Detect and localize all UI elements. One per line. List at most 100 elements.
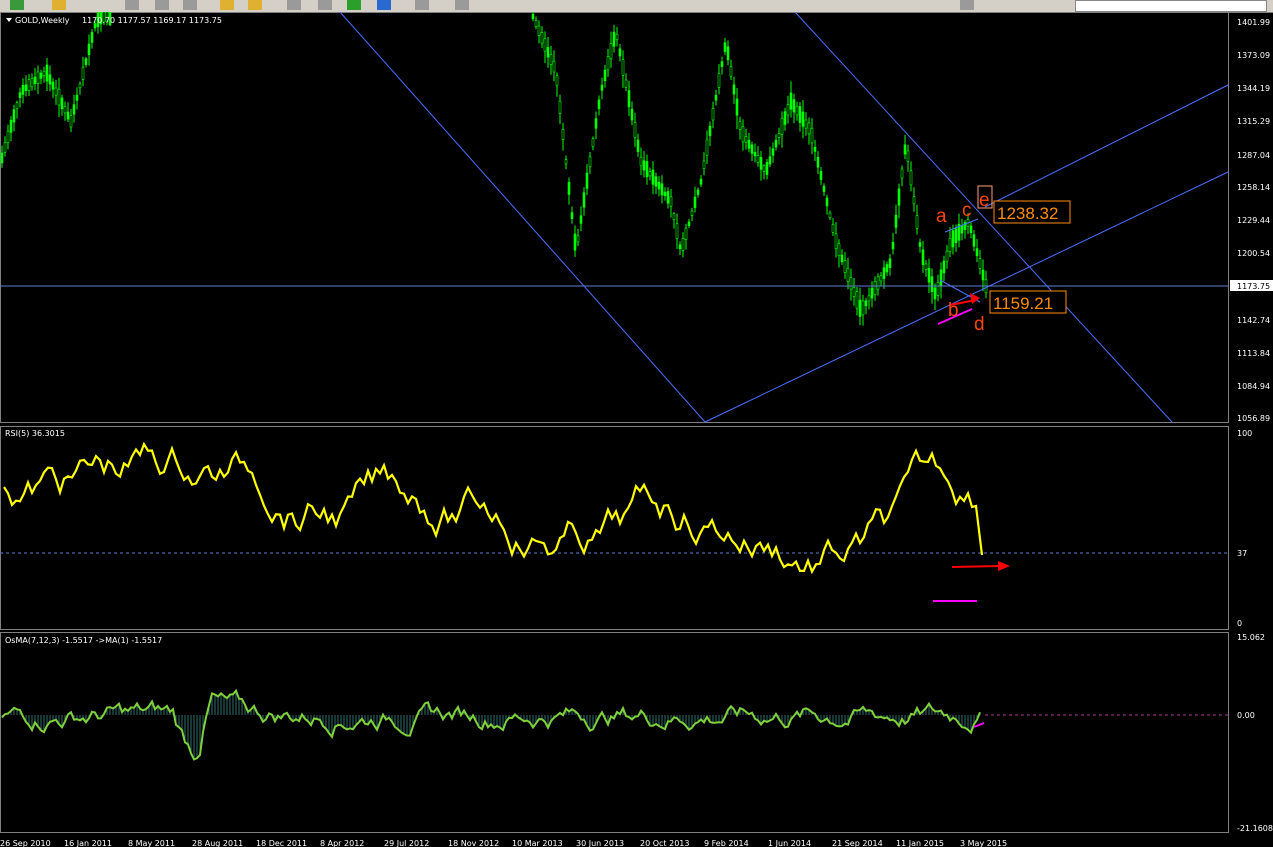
date-tick: 1 Jun 2014 bbox=[768, 839, 811, 847]
candle-body bbox=[765, 162, 769, 175]
timeframe-icon[interactable] bbox=[960, 0, 974, 10]
candle-body bbox=[567, 181, 571, 195]
candle-body bbox=[729, 66, 733, 77]
candle-body bbox=[684, 227, 688, 240]
candle-body bbox=[858, 299, 862, 317]
candle-body bbox=[693, 196, 697, 208]
candle-chart-icon[interactable] bbox=[155, 0, 169, 10]
candle-body bbox=[582, 192, 586, 208]
line-chart-icon[interactable] bbox=[183, 0, 197, 10]
candle-body bbox=[39, 72, 43, 79]
candle-body bbox=[876, 276, 880, 290]
template-icon[interactable] bbox=[415, 0, 429, 10]
candle-body bbox=[861, 300, 865, 316]
candle-body bbox=[3, 142, 7, 153]
candle-body bbox=[6, 130, 10, 143]
date-tick: 30 Jun 2013 bbox=[576, 839, 624, 847]
candle-body bbox=[981, 269, 985, 281]
date-tick: 26 Sep 2010 bbox=[0, 839, 51, 847]
candle-body bbox=[624, 79, 628, 88]
candle-body bbox=[90, 32, 94, 43]
date-tick: 8 Apr 2012 bbox=[320, 839, 364, 847]
new-order-icon[interactable] bbox=[10, 0, 24, 10]
candle-body bbox=[564, 159, 568, 165]
wave-label-a: a bbox=[936, 206, 947, 227]
candle-body bbox=[801, 111, 805, 127]
price-tick: 1200.54 bbox=[1237, 249, 1270, 258]
candle-body bbox=[663, 191, 667, 196]
tile-windows-icon[interactable] bbox=[287, 0, 301, 10]
price-tick: 1056.89 bbox=[1237, 414, 1270, 423]
search-input[interactable] bbox=[1075, 0, 1267, 12]
rsi-panel[interactable] bbox=[0, 426, 1229, 630]
candle-body bbox=[558, 100, 562, 114]
candle-body bbox=[639, 156, 643, 167]
bar-chart-icon[interactable] bbox=[125, 0, 139, 10]
candle-body bbox=[909, 170, 913, 186]
candle-body bbox=[66, 111, 70, 120]
candle-body bbox=[540, 32, 544, 44]
candle-body bbox=[570, 212, 574, 220]
symbol-title: GOLD,Weekly bbox=[15, 16, 70, 25]
candle-body bbox=[756, 155, 760, 163]
rsi-title: RSI(5) 36.3015 bbox=[5, 429, 65, 438]
rsi-level-0: 0 bbox=[1237, 619, 1242, 628]
date-tick: 3 May 2015 bbox=[960, 839, 1007, 847]
candle-body bbox=[810, 127, 814, 144]
candle-body bbox=[750, 144, 754, 154]
date-tick: 16 Jan 2011 bbox=[64, 839, 112, 847]
candle-body bbox=[888, 258, 892, 268]
candle-body bbox=[681, 238, 685, 251]
osma-title: OsMA(7,12,3) -1.5517 ->MA(1) -1.5517 bbox=[5, 636, 162, 645]
candle-body bbox=[735, 98, 739, 116]
candle-body bbox=[48, 74, 52, 85]
candle-body bbox=[921, 249, 925, 265]
candle-body bbox=[777, 133, 781, 138]
candle-body bbox=[63, 106, 67, 114]
date-tick: 18 Nov 2012 bbox=[448, 839, 499, 847]
price-tick: 1344.19 bbox=[1237, 84, 1270, 93]
candle-body bbox=[978, 258, 982, 269]
cursor-icon[interactable] bbox=[455, 0, 469, 10]
date-axis[interactable]: 26 Sep 2010 16 Jan 2011 8 May 2011 28 Au… bbox=[0, 839, 1007, 847]
candle-body bbox=[822, 185, 826, 192]
add-indicator-icon[interactable] bbox=[347, 0, 361, 10]
candle-body bbox=[834, 233, 838, 249]
folder-icon[interactable] bbox=[52, 0, 66, 10]
period-icon[interactable] bbox=[377, 0, 391, 10]
candle-body bbox=[15, 102, 19, 109]
price-axis[interactable]: 1401.99 1373.09 1344.19 1315.29 1287.04 … bbox=[1230, 18, 1273, 423]
price-label-high: 1238.32 bbox=[997, 204, 1058, 223]
candle-body bbox=[672, 213, 676, 220]
candle-body bbox=[900, 168, 904, 179]
candle-body bbox=[945, 250, 949, 262]
auto-scroll-icon[interactable] bbox=[318, 0, 332, 10]
candle-body bbox=[816, 157, 820, 168]
candle-body bbox=[654, 176, 658, 187]
candle-body bbox=[615, 33, 619, 40]
date-tick: 11 Jan 2015 bbox=[896, 839, 944, 847]
zoom-out-icon[interactable] bbox=[248, 0, 262, 10]
candle-body bbox=[744, 136, 748, 143]
candle-body bbox=[792, 99, 796, 113]
zoom-in-icon[interactable] bbox=[220, 0, 234, 10]
candle-body bbox=[534, 20, 538, 27]
candle-body bbox=[969, 225, 973, 233]
candle-body bbox=[837, 243, 841, 257]
candle-body bbox=[774, 139, 778, 148]
candle-body bbox=[81, 66, 85, 80]
candle-body bbox=[819, 171, 823, 181]
osma-level-top: 15.062 bbox=[1237, 633, 1265, 642]
candle-body bbox=[723, 42, 727, 52]
candle-body bbox=[867, 295, 871, 302]
chart-area[interactable]: a b c d e 1238.32 1159.21 GOLD,Weekly 11… bbox=[0, 12, 1273, 847]
candle-body bbox=[789, 92, 793, 110]
date-tick: 20 Oct 2013 bbox=[640, 839, 689, 847]
candle-body bbox=[669, 196, 673, 207]
candle-body bbox=[0, 152, 4, 164]
candle-body bbox=[849, 277, 853, 290]
candle-body bbox=[879, 275, 883, 282]
candle-body bbox=[21, 85, 25, 95]
candle-body bbox=[636, 139, 640, 152]
candle-body bbox=[630, 108, 634, 121]
